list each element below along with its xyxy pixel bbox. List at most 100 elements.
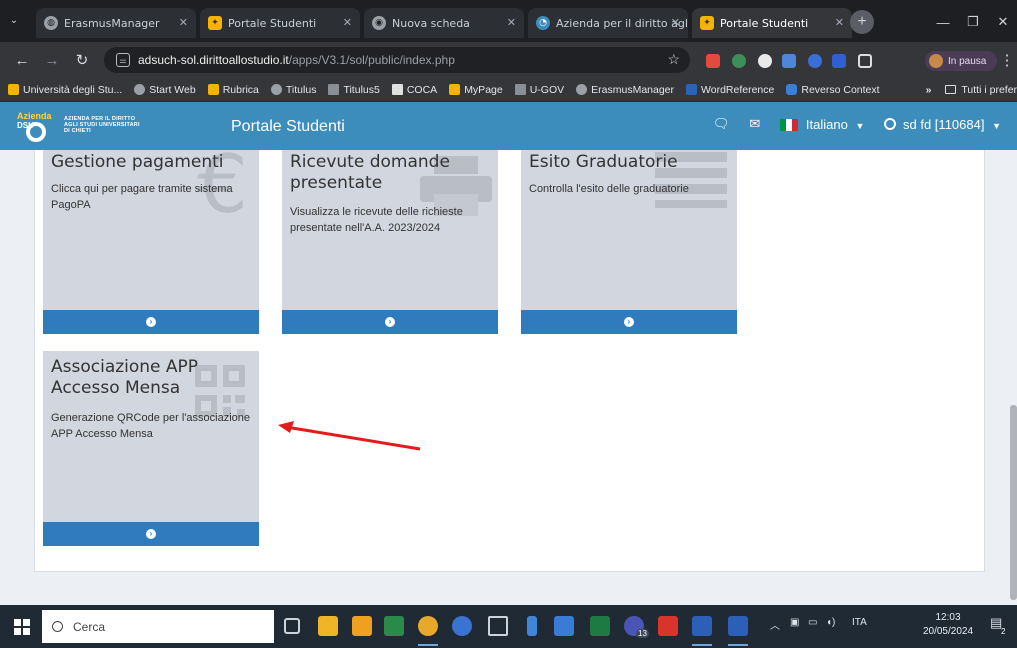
bookmark-item[interactable]: ErasmusManager (576, 84, 674, 96)
extension-square-icon[interactable] (832, 54, 846, 68)
close-icon[interactable]: ✕ (507, 16, 516, 29)
new-tab-button[interactable]: + (850, 10, 874, 34)
taskbar-clock[interactable]: 12:03 20/05/2024 (920, 611, 976, 639)
close-icon[interactable]: ✕ (835, 16, 844, 29)
tab-portale-studenti-1[interactable]: ✦ Portale Studenti ✕ (200, 8, 360, 38)
taskbar-search-input[interactable]: Cerca (42, 610, 274, 643)
excel-icon[interactable] (590, 616, 610, 636)
bookmark-item[interactable]: Titulus5 (328, 84, 380, 96)
close-window-button[interactable]: ✕ (988, 8, 1017, 36)
maximize-button[interactable]: ❐ (958, 8, 988, 36)
extensions-puzzle-icon[interactable] (858, 54, 872, 68)
reload-icon[interactable]: ↻ (72, 50, 92, 70)
bookmark-item[interactable]: Start Web (134, 84, 196, 96)
tray-chevron-icon[interactable]: ︿ (770, 617, 780, 632)
app-firefox-icon[interactable] (452, 616, 472, 636)
arrow-circle-right-icon: › (385, 317, 395, 327)
translate-extension-icon[interactable] (782, 54, 796, 68)
students-icon: ✦ (208, 16, 222, 30)
extension-blue-icon[interactable] (808, 54, 822, 68)
word2-icon[interactable] (728, 616, 748, 636)
language-indicator[interactable]: ITA (852, 617, 867, 628)
tile-footer-button[interactable]: › (521, 310, 737, 334)
tile-esito-graduatorie[interactable]: Esito Graduatorie Controlla l'esito dell… (521, 150, 737, 334)
tile-ricevute-domande[interactable]: Ricevute domande presentate Visualizza l… (282, 150, 498, 334)
search-icon (52, 621, 63, 632)
tile-footer-button[interactable]: › (282, 310, 498, 334)
windows-start-icon[interactable] (14, 619, 30, 635)
task-view-icon[interactable] (284, 618, 300, 634)
arrow-circle-right-icon: › (146, 529, 156, 539)
language-dropdown[interactable]: Italiano ▼ (780, 117, 864, 132)
bookmark-star-icon[interactable]: ☆ (667, 51, 680, 68)
chat-icon[interactable]: 🗨 (713, 116, 730, 132)
tile-gestione-pagamenti[interactable]: € Gestione pagamenti Clicca qui per paga… (43, 150, 259, 334)
bookmark-item[interactable]: Reverso Context (786, 84, 880, 96)
bookmark-item[interactable]: Rubrica (207, 84, 259, 96)
volume-icon[interactable]: ◖) (826, 617, 835, 628)
chrome-icon[interactable] (418, 616, 438, 636)
menu-icon[interactable]: ⋮ (1000, 50, 1015, 70)
dsu-logo[interactable]: Azienda DSU AZIENDA PER IL DIRITTO AGLI … (16, 110, 176, 144)
user-icon (884, 117, 897, 130)
tab-label: Portale Studenti (720, 16, 809, 30)
tile-footer-button[interactable]: › (43, 522, 259, 546)
bookmark-icon (207, 84, 219, 95)
bookmark-item[interactable]: Titulus (270, 84, 316, 96)
all-bookmarks-button[interactable]: Tutti i preferiti (945, 84, 1017, 96)
tile-title: Gestione pagamenti (51, 152, 224, 172)
download-icon[interactable] (527, 616, 537, 636)
students-icon: ✦ (700, 16, 714, 30)
bookmark-item[interactable]: Università degli Stu... (8, 84, 122, 96)
tile-associazione-app[interactable]: Associazione APP Accesso Mensa Generazio… (43, 351, 259, 546)
scrollbar[interactable] (1010, 405, 1017, 600)
pdf-icon[interactable] (658, 616, 678, 636)
mail-icon[interactable]: ✉ (749, 116, 760, 132)
tab-nuova-scheda[interactable]: ◉ Nuova scheda ✕ (364, 8, 524, 38)
tab-erasmusmanager[interactable]: ◍ ErasmusManager ✕ (36, 8, 196, 38)
folder-icon (945, 85, 957, 94)
bookmark-item[interactable]: WordReference (686, 84, 774, 96)
bookmark-item[interactable]: U-GOV (514, 84, 564, 96)
tray-app-icon[interactable]: ▣ (790, 617, 799, 628)
header-nav: 🗨 ✉ Italiano ▼ sd fd [110684] ▼ (693, 116, 1001, 132)
tab-azienda[interactable]: ◔ Azienda per il diritto agli... ✕ (528, 8, 688, 38)
close-icon[interactable]: ✕ (343, 16, 352, 29)
wordreference-icon (686, 84, 698, 95)
reverso-icon (786, 84, 798, 95)
clock-time: 12:03 (935, 612, 961, 623)
extension-green-icon[interactable] (732, 54, 746, 68)
pen-icon[interactable] (488, 616, 508, 636)
bookmarks-overflow-button[interactable]: » (926, 84, 932, 96)
network-icon[interactable]: ▭ (808, 617, 817, 628)
minimize-button[interactable]: — (928, 8, 958, 36)
back-icon[interactable]: ← (12, 50, 32, 70)
tab-search-button[interactable]: ⌄ (4, 6, 24, 34)
user-dropdown[interactable]: sd fd [110684] ▼ (884, 117, 1001, 132)
bookmark-item[interactable]: MyPage (449, 84, 503, 96)
app-green-icon[interactable] (384, 616, 404, 636)
tab-portale-studenti-active[interactable]: ✦ Portale Studenti ✕ (692, 8, 852, 38)
tab-label: Nuova scheda (392, 16, 470, 30)
profile-button[interactable]: In pausa (925, 51, 997, 71)
address-bar[interactable]: ⚌ adsuch-sol.dirittoallostudio.it /apps/… (104, 47, 690, 73)
pdf-extension-icon[interactable] (706, 54, 720, 68)
tile-title: Ricevute domande presentate (290, 152, 450, 193)
globe-icon (576, 84, 588, 95)
annotation-arrow (278, 421, 421, 451)
calendar-icon[interactable] (554, 616, 574, 636)
app-yellow-icon[interactable] (318, 616, 338, 636)
forward-icon[interactable]: → (42, 50, 62, 70)
tile-footer-button[interactable]: › (43, 310, 259, 334)
logo-mark: Azienda DSU (17, 111, 53, 142)
browser-toolbar: ← → ↻ ⚌ adsuch-sol.dirittoallostudio.it … (0, 42, 1017, 78)
close-icon[interactable]: ✕ (671, 16, 680, 29)
close-icon[interactable]: ✕ (179, 16, 188, 29)
word-icon[interactable] (692, 616, 712, 636)
globe-icon (134, 84, 146, 95)
extension-circle-icon[interactable] (758, 54, 772, 68)
app-yellow2-icon[interactable] (352, 616, 372, 636)
bookmark-item[interactable]: COCA (391, 84, 437, 96)
site-info-icon[interactable]: ⚌ (116, 53, 130, 67)
tile-description: Visualizza le ricevute delle richieste p… (290, 206, 463, 234)
